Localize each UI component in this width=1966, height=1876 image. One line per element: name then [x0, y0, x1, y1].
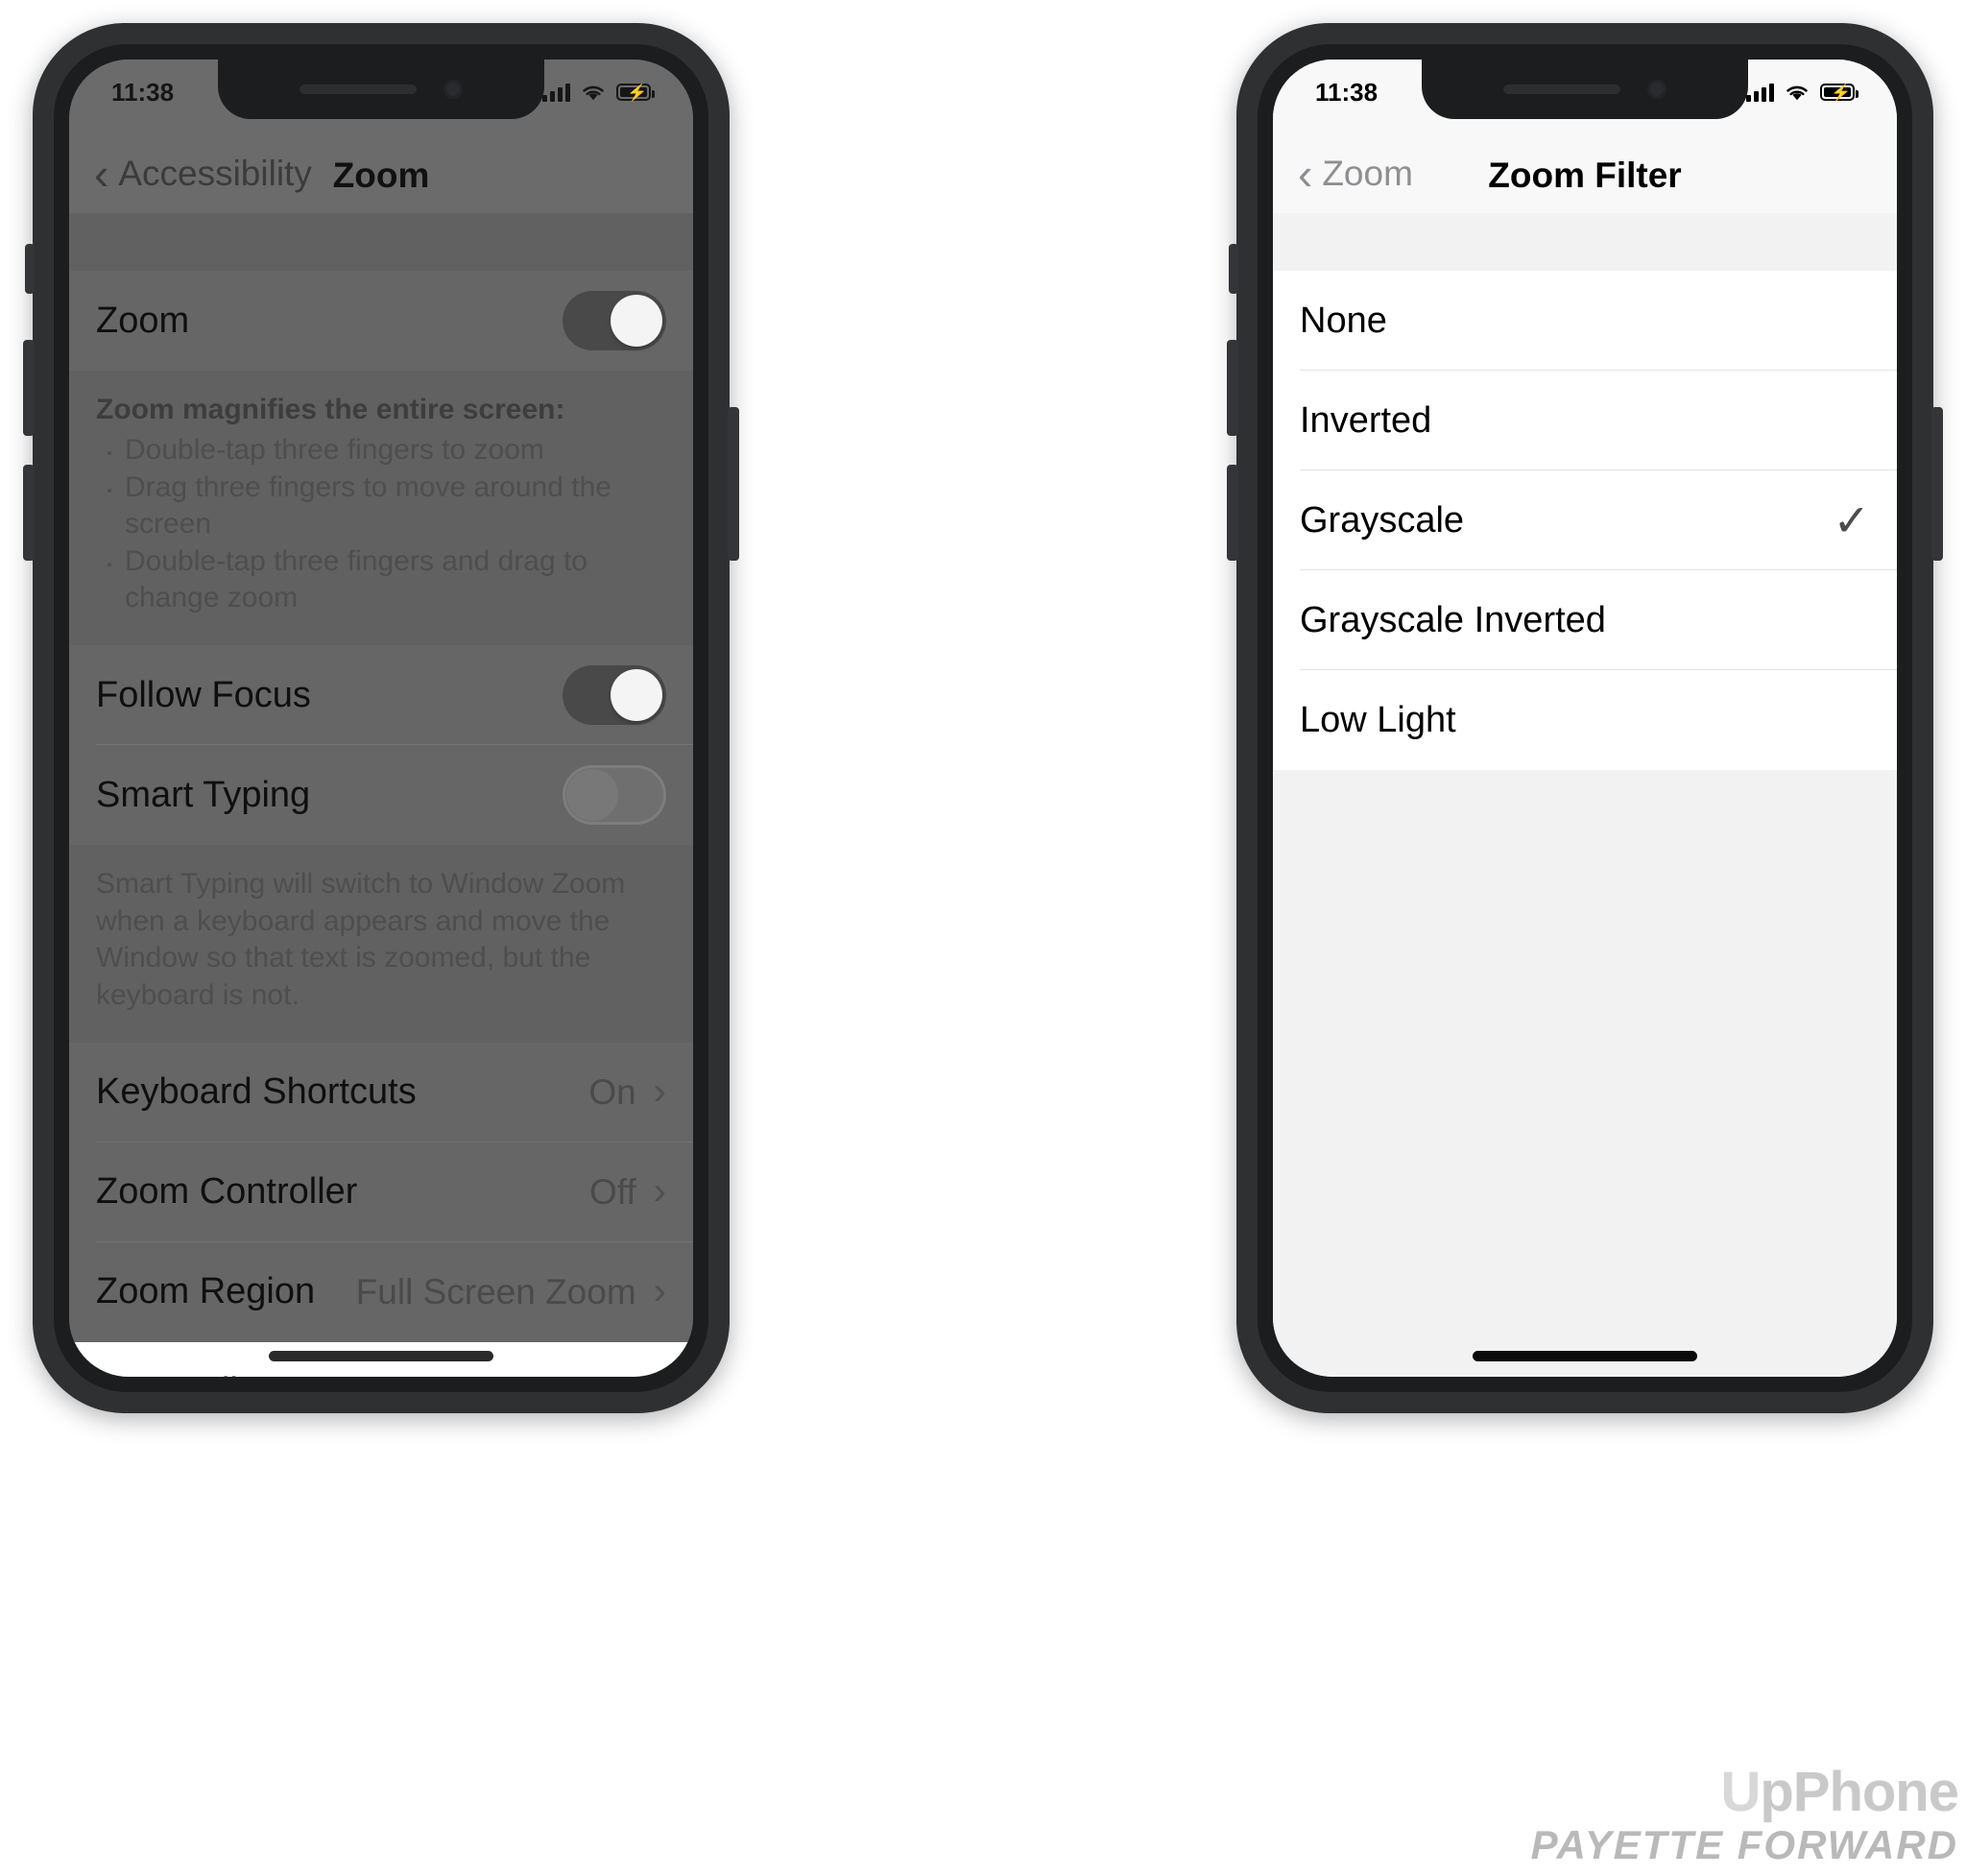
- row-keyboard-shortcuts-label: Keyboard Shortcuts: [96, 1071, 417, 1113]
- watermark-upphone: UpPhone: [1531, 1764, 1959, 1820]
- front-camera-icon: [1647, 80, 1666, 99]
- row-smart-typing-label: Smart Typing: [96, 774, 311, 815]
- back-label: Accessibility: [118, 154, 312, 193]
- row-zoom-region-label: Zoom Region: [96, 1271, 316, 1312]
- zoom-toggle[interactable]: [563, 291, 666, 350]
- status-time: 11:38: [111, 77, 175, 107]
- front-camera-icon: [444, 80, 463, 99]
- smart-typing-footnote: Smart Typing will switch to Window Zoom …: [69, 845, 693, 1043]
- zoom-footnote-bullets: Double-tap three fingers to zoom Drag th…: [96, 429, 666, 617]
- chevron-left-icon: ‹: [94, 149, 109, 199]
- option-label: Grayscale Inverted: [1300, 599, 1606, 640]
- watermark-pphone: pPhone: [1760, 1760, 1959, 1823]
- row-follow-focus[interactable]: Follow Focus: [69, 645, 693, 746]
- volume-down-button[interactable]: [23, 465, 35, 561]
- option-label: Grayscale: [1300, 499, 1465, 541]
- volume-up-button[interactable]: [1227, 340, 1238, 436]
- cellular-bars-icon: [542, 83, 570, 102]
- status-time: 11:38: [1315, 77, 1379, 107]
- smart-typing-toggle[interactable]: [563, 765, 666, 826]
- right-iphone-device: 11:38 ⚡ ‹ Zoom Zoom Filter None Inverted…: [1227, 23, 1943, 1413]
- zoom-toggle-group: Zoom: [69, 271, 693, 371]
- left-settings-list[interactable]: Zoom Zoom magnifies the entire screen: D…: [69, 213, 693, 1377]
- follow-focus-toggle[interactable]: [563, 665, 666, 726]
- zoom-options-group: Keyboard Shortcuts On › Zoom Controller …: [69, 1042, 693, 1377]
- zoom-footnote-heading: Zoom magnifies the entire screen:: [96, 394, 565, 425]
- chevron-right-icon: ›: [653, 1170, 666, 1214]
- zoom-footnote: Zoom magnifies the entire screen: Double…: [69, 371, 693, 646]
- option-none[interactable]: None: [1273, 271, 1897, 371]
- volume-up-button[interactable]: [23, 340, 35, 436]
- mute-switch[interactable]: [25, 244, 35, 294]
- option-grayscale[interactable]: Grayscale ✓: [1273, 470, 1897, 570]
- option-inverted[interactable]: Inverted: [1273, 371, 1897, 470]
- zoom-bullet: Double-tap three fingers to zoom: [96, 429, 666, 474]
- option-low-light[interactable]: Low Light: [1273, 670, 1897, 770]
- left-iphone-device: 11:38 ⚡ ‹ Accessibility Zoom Zoom Zoom m…: [23, 23, 739, 1413]
- left-phone-screen: 11:38 ⚡ ‹ Accessibility Zoom Zoom Zoom m…: [69, 60, 693, 1377]
- volume-down-button[interactable]: [1227, 465, 1238, 561]
- row-zoom-controller[interactable]: Zoom Controller Off ›: [69, 1142, 693, 1242]
- battery-charging-icon: ⚡: [1820, 84, 1858, 102]
- zoom-bullet: Drag three fingers to move around the sc…: [96, 467, 666, 543]
- row-zoom-filter-value: Grayscale: [476, 1372, 636, 1377]
- notch: [218, 60, 544, 119]
- notch: [1422, 60, 1748, 119]
- screenshot-canvas: 11:38 ⚡ ‹ Accessibility Zoom Zoom Zoom m…: [0, 0, 1966, 1876]
- option-label: Low Light: [1300, 699, 1456, 740]
- row-zoom-region[interactable]: Zoom Region Full Screen Zoom ›: [69, 1242, 693, 1342]
- chevron-right-icon: ›: [653, 1270, 666, 1313]
- wifi-icon: [1786, 85, 1808, 100]
- row-smart-typing[interactable]: Smart Typing: [69, 745, 693, 845]
- earpiece-speaker-icon: [300, 84, 417, 94]
- cellular-bars-icon: [1746, 83, 1774, 102]
- row-keyboard-shortcuts[interactable]: Keyboard Shortcuts On ›: [69, 1043, 693, 1142]
- watermark-u: U: [1720, 1760, 1761, 1823]
- list-top-gap: [69, 213, 693, 271]
- back-to-zoom-button[interactable]: ‹ Zoom: [1273, 152, 1413, 196]
- option-label: None: [1300, 300, 1387, 341]
- row-zoom-controller-label: Zoom Controller: [96, 1171, 358, 1213]
- list-top-gap: [1273, 213, 1897, 271]
- checkmark-icon: ✓: [1833, 495, 1870, 545]
- right-phone-screen: 11:38 ⚡ ‹ Zoom Zoom Filter None Inverted…: [1273, 60, 1897, 1377]
- row-zoom-filter-label: Zoom Filter: [96, 1371, 280, 1377]
- mute-switch[interactable]: [1229, 244, 1238, 294]
- earpiece-speaker-icon: [1503, 84, 1620, 94]
- zoom-filter-list[interactable]: None Inverted Grayscale ✓ Grayscale Inve…: [1273, 213, 1897, 1377]
- zoom-filter-options-group: None Inverted Grayscale ✓ Grayscale Inve…: [1273, 271, 1897, 770]
- chevron-right-icon: ›: [654, 1370, 666, 1377]
- chevron-right-icon: ›: [653, 1070, 666, 1114]
- battery-charging-icon: ⚡: [616, 84, 655, 102]
- row-zoom[interactable]: Zoom: [69, 271, 693, 371]
- wifi-icon: [583, 85, 604, 100]
- back-label: Zoom: [1322, 154, 1413, 193]
- power-button[interactable]: [1931, 407, 1943, 561]
- row-follow-focus-label: Follow Focus: [96, 674, 311, 715]
- focus-typing-group: Follow Focus Smart Typing: [69, 645, 693, 846]
- back-to-accessibility-button[interactable]: ‹ Accessibility: [69, 152, 312, 196]
- row-zoom-label: Zoom: [96, 300, 190, 341]
- chevron-left-icon: ‹: [1298, 149, 1313, 199]
- option-grayscale-inverted[interactable]: Grayscale Inverted: [1273, 570, 1897, 670]
- watermark: UpPhone PAYETTE FORWARD: [1530, 1764, 1959, 1871]
- row-zoom-controller-value: Off: [589, 1171, 636, 1212]
- row-keyboard-shortcuts-value: On: [588, 1071, 636, 1112]
- power-button[interactable]: [728, 407, 739, 561]
- home-indicator[interactable]: [1473, 1351, 1697, 1361]
- home-indicator[interactable]: [269, 1351, 493, 1361]
- watermark-payette-forward: PAYETTE FORWARD: [1530, 1821, 1958, 1867]
- option-label: Inverted: [1300, 399, 1432, 441]
- row-zoom-region-value: Full Screen Zoom: [355, 1271, 636, 1311]
- zoom-bullet: Double-tap three fingers and drag to cha…: [96, 541, 666, 617]
